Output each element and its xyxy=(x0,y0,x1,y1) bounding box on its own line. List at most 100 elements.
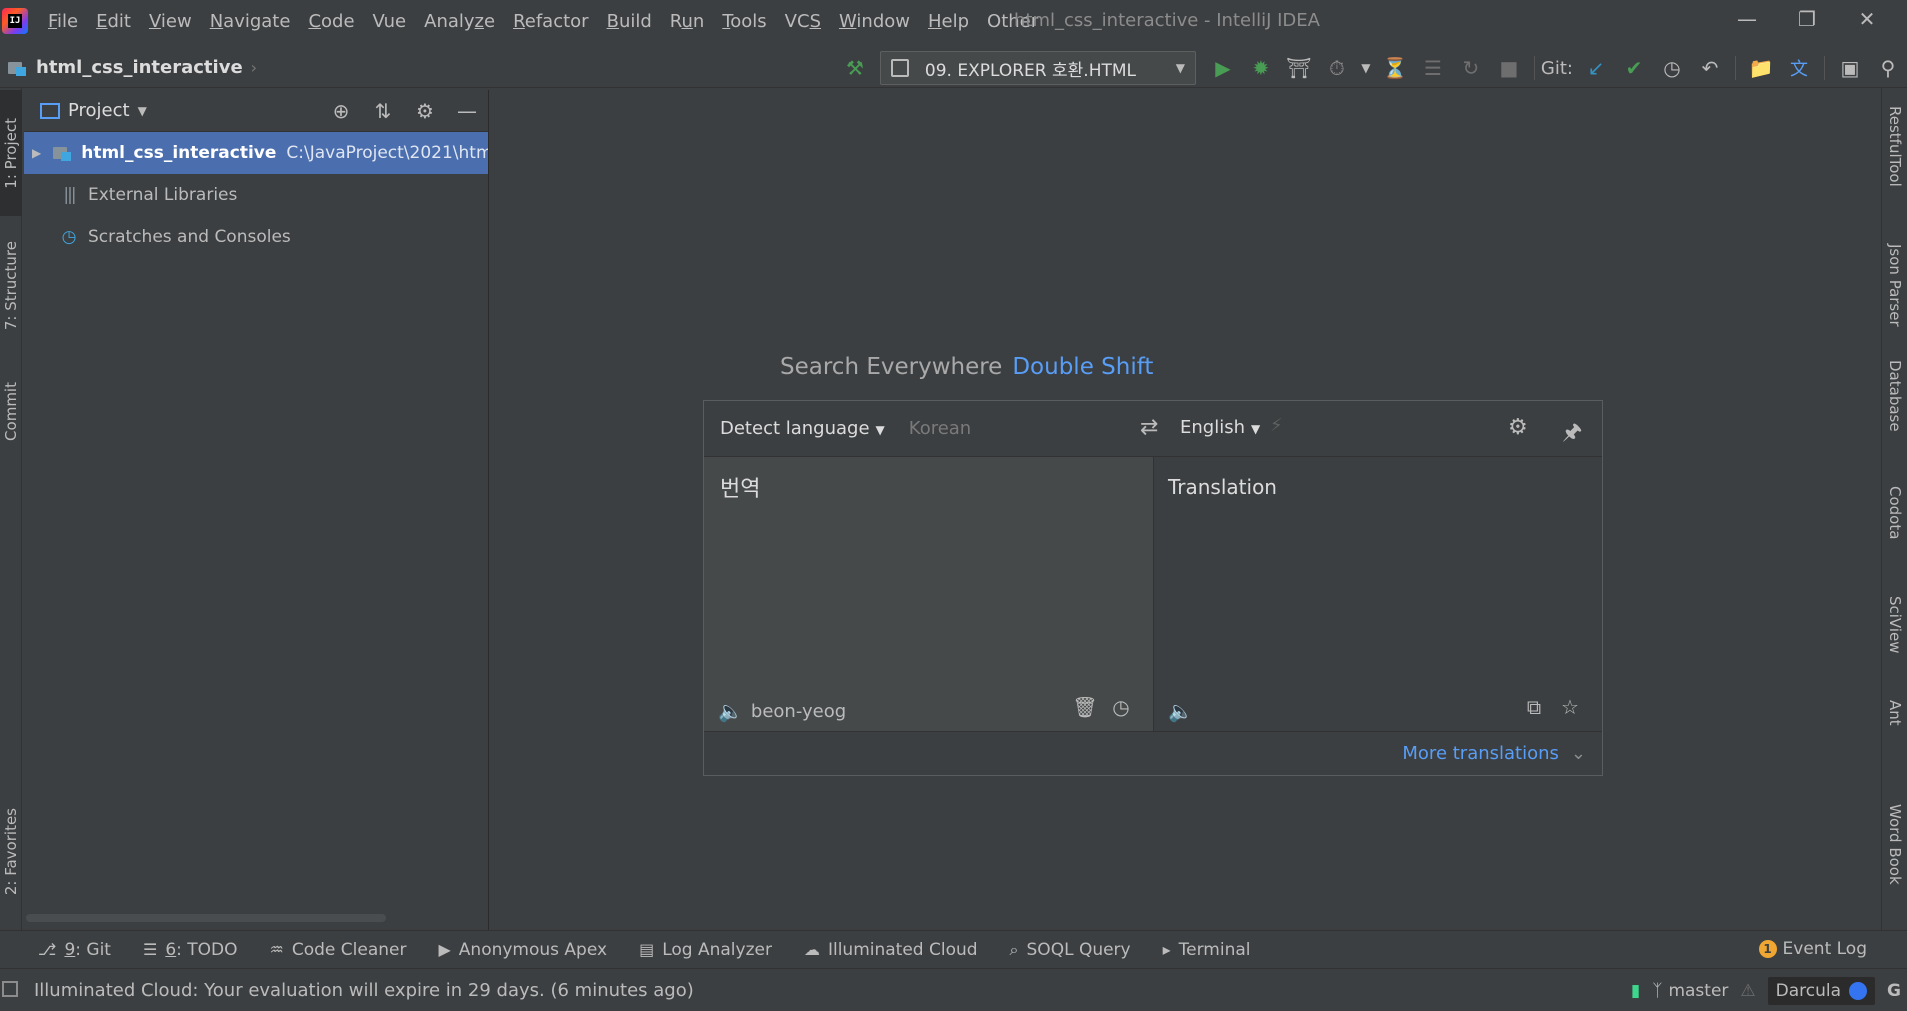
tab-database[interactable]: Database xyxy=(1882,360,1907,460)
inspection-icon[interactable]: ⚠ xyxy=(1740,981,1755,1001)
history-icon[interactable]: ◷ xyxy=(1105,691,1137,723)
tool-button-soql-query[interactable]: ⌕ SOQL Query xyxy=(1010,940,1131,960)
tool-button-log-analyzer[interactable]: ▤ Log Analyzer xyxy=(639,940,772,960)
gear-icon[interactable]: ⚙ xyxy=(1508,415,1528,440)
tab-codota[interactable]: Codota xyxy=(1882,486,1907,576)
instant-translate-icon[interactable]: ⚡ xyxy=(1270,415,1283,436)
tree-item-project-root[interactable]: ▶ html_css_interactive C:\JavaProject\20… xyxy=(24,132,488,174)
source-text-panel[interactable]: 번역 🔈 beon-yeog 🗑 ◷ xyxy=(704,457,1154,731)
target-language-select[interactable]: English ▼ xyxy=(1180,417,1260,438)
tool-button-code-cleaner[interactable]: ♒ Code Cleaner xyxy=(270,940,407,960)
menu-item[interactable]: Help xyxy=(924,11,973,32)
search-everywhere-hint: Search Everywhere Double Shift xyxy=(780,354,1153,380)
git-rollback-icon[interactable]: ↶ xyxy=(1694,52,1726,84)
tool-button-anonymous-apex[interactable]: ▶ Anonymous Apex xyxy=(438,940,607,960)
menu-item[interactable]: Refactor xyxy=(509,11,593,32)
menu-item[interactable]: Vue xyxy=(369,11,411,32)
menu-item[interactable]: Navigate xyxy=(206,11,295,32)
git-branch-widget[interactable]: ᛉ master xyxy=(1652,981,1728,1001)
tab-commit[interactable]: Commit xyxy=(0,356,22,466)
tree-item-external-libraries[interactable]: ||| External Libraries xyxy=(24,174,488,216)
hide-panel-icon[interactable]: — xyxy=(451,95,483,127)
speaker-icon[interactable]: 🔈 xyxy=(718,699,743,723)
tab-restfultool[interactable]: RestfulTool xyxy=(1882,106,1907,206)
tree-item-scratches[interactable]: ◷ Scratches and Consoles xyxy=(24,216,488,258)
run-with-coverage-icon[interactable]: ⛩ xyxy=(1283,52,1315,84)
tab-project-label: 1: Project xyxy=(2,117,20,189)
breadcrumb-project[interactable]: html_css_interactive xyxy=(36,57,243,78)
run-configuration-select[interactable]: 09. EXPLORER 호환.HTML ▼ xyxy=(879,51,1196,85)
close-icon[interactable]: ✕ xyxy=(1842,4,1892,34)
breadcrumb[interactable]: html_css_interactive › xyxy=(8,57,257,78)
gear-icon[interactable]: ⚙ xyxy=(409,95,441,127)
chevron-down-icon[interactable]: ▼ xyxy=(138,104,147,118)
more-translations-row[interactable]: More translations ⌄ xyxy=(704,731,1602,775)
pin-icon[interactable]: 🖈 xyxy=(1562,415,1582,453)
menu-item[interactable]: Build xyxy=(603,11,656,32)
git-history-icon[interactable]: ◷ xyxy=(1656,52,1688,84)
project-structure-icon[interactable]: 📁 xyxy=(1745,52,1777,84)
star-icon[interactable]: ☆ xyxy=(1554,691,1586,723)
trash-icon[interactable]: 🗑 xyxy=(1069,691,1101,723)
collapse-all-icon[interactable]: ⇅ xyxy=(367,95,399,127)
expand-arrow-icon[interactable]: ▶ xyxy=(32,146,41,160)
menu-item[interactable]: VCS xyxy=(781,11,825,32)
menu-item[interactable]: View xyxy=(145,11,196,32)
menu-item[interactable]: Code xyxy=(304,11,358,32)
copy-icon[interactable]: ⧉ xyxy=(1518,691,1550,723)
menu-item[interactable]: Tools xyxy=(718,11,770,32)
horizontal-scrollbar[interactable] xyxy=(26,914,386,922)
debug-icon[interactable]: ✹ xyxy=(1245,52,1277,84)
google-icon[interactable]: G xyxy=(1887,981,1901,1001)
more-translations-link[interactable]: More translations xyxy=(1402,743,1559,764)
speaker-icon[interactable]: 🔈 xyxy=(1168,699,1193,723)
menu-item[interactable]: Window xyxy=(835,11,914,32)
tab-favorites[interactable]: 2: Favorites xyxy=(0,792,22,912)
menu-item[interactable]: File xyxy=(44,11,82,32)
source-text[interactable]: 번역 xyxy=(720,471,760,503)
project-view-selector[interactable]: Project xyxy=(68,100,130,121)
event-log-button[interactable]: 1 Event Log xyxy=(1758,939,1867,959)
source-language-select[interactable]: Detect language ▼ xyxy=(720,418,885,439)
tab-sciview[interactable]: SciView xyxy=(1882,596,1907,686)
tab-json-parser[interactable]: Json Parser xyxy=(1882,244,1907,344)
tab-json-parser-label: Json Parser xyxy=(1886,244,1904,327)
build-hammer-icon[interactable]: ⚒ xyxy=(839,52,871,84)
menu-item[interactable]: Run xyxy=(666,11,709,32)
tab-project[interactable]: 1: Project xyxy=(0,90,22,216)
search-icon[interactable]: ⚲ xyxy=(1872,52,1904,84)
swap-languages-icon[interactable]: ⇄ xyxy=(1140,415,1158,440)
rerun-icon[interactable]: ↻ xyxy=(1455,52,1487,84)
tool-button-git[interactable]: ⎇ 9: Git xyxy=(38,940,111,960)
profile-dropdown-icon[interactable]: ▼ xyxy=(1359,52,1373,84)
run-list-icon[interactable]: ☰ xyxy=(1417,52,1449,84)
translated-text: Translation xyxy=(1168,475,1277,499)
target-footer: 🔈 xyxy=(1168,699,1193,723)
profile-icon[interactable]: ⏱ xyxy=(1321,52,1353,84)
git-update-icon[interactable]: ↙ xyxy=(1580,52,1612,84)
toggle-tool-windows-icon[interactable] xyxy=(2,981,18,997)
menu-item[interactable]: Edit xyxy=(92,11,135,32)
minimize-icon[interactable]: — xyxy=(1722,4,1772,34)
presentation-mode-icon[interactable]: ▣ xyxy=(1834,52,1866,84)
tab-ant[interactable]: Ant xyxy=(1882,700,1907,760)
intellij-logo-icon[interactable]: IJ xyxy=(2,8,28,34)
tool-button-terminal[interactable]: ▸ Terminal xyxy=(1163,940,1251,960)
git-commit-icon[interactable]: ✔ xyxy=(1618,52,1650,84)
tab-word-book[interactable]: Word Book xyxy=(1882,804,1907,914)
tab-structure[interactable]: 7: Structure xyxy=(0,226,22,346)
menu-item[interactable]: Analyze xyxy=(420,11,499,32)
restore-icon[interactable]: ❐ xyxy=(1782,4,1832,34)
terminal-widget-icon[interactable]: ▮ xyxy=(1631,981,1640,1001)
stop-icon[interactable]: ■ xyxy=(1493,52,1525,84)
attach-profiler-icon[interactable]: ⏳ xyxy=(1379,52,1411,84)
chevron-down-icon[interactable]: ⌄ xyxy=(1571,743,1586,764)
tool-button-illuminated-cloud[interactable]: ☁ Illuminated Cloud xyxy=(804,940,978,960)
theme-widget[interactable]: Darcula xyxy=(1767,976,1876,1005)
tool-button-todo[interactable]: ☰ 6: TODO xyxy=(143,940,238,960)
locate-file-icon[interactable]: ⊕ xyxy=(325,95,357,127)
translate-icon[interactable]: 文 xyxy=(1783,52,1815,84)
status-message[interactable]: Illuminated Cloud: Your evaluation will … xyxy=(34,980,694,1001)
run-icon[interactable]: ▶ xyxy=(1207,52,1239,84)
tab-word-book-label: Word Book xyxy=(1886,804,1904,885)
